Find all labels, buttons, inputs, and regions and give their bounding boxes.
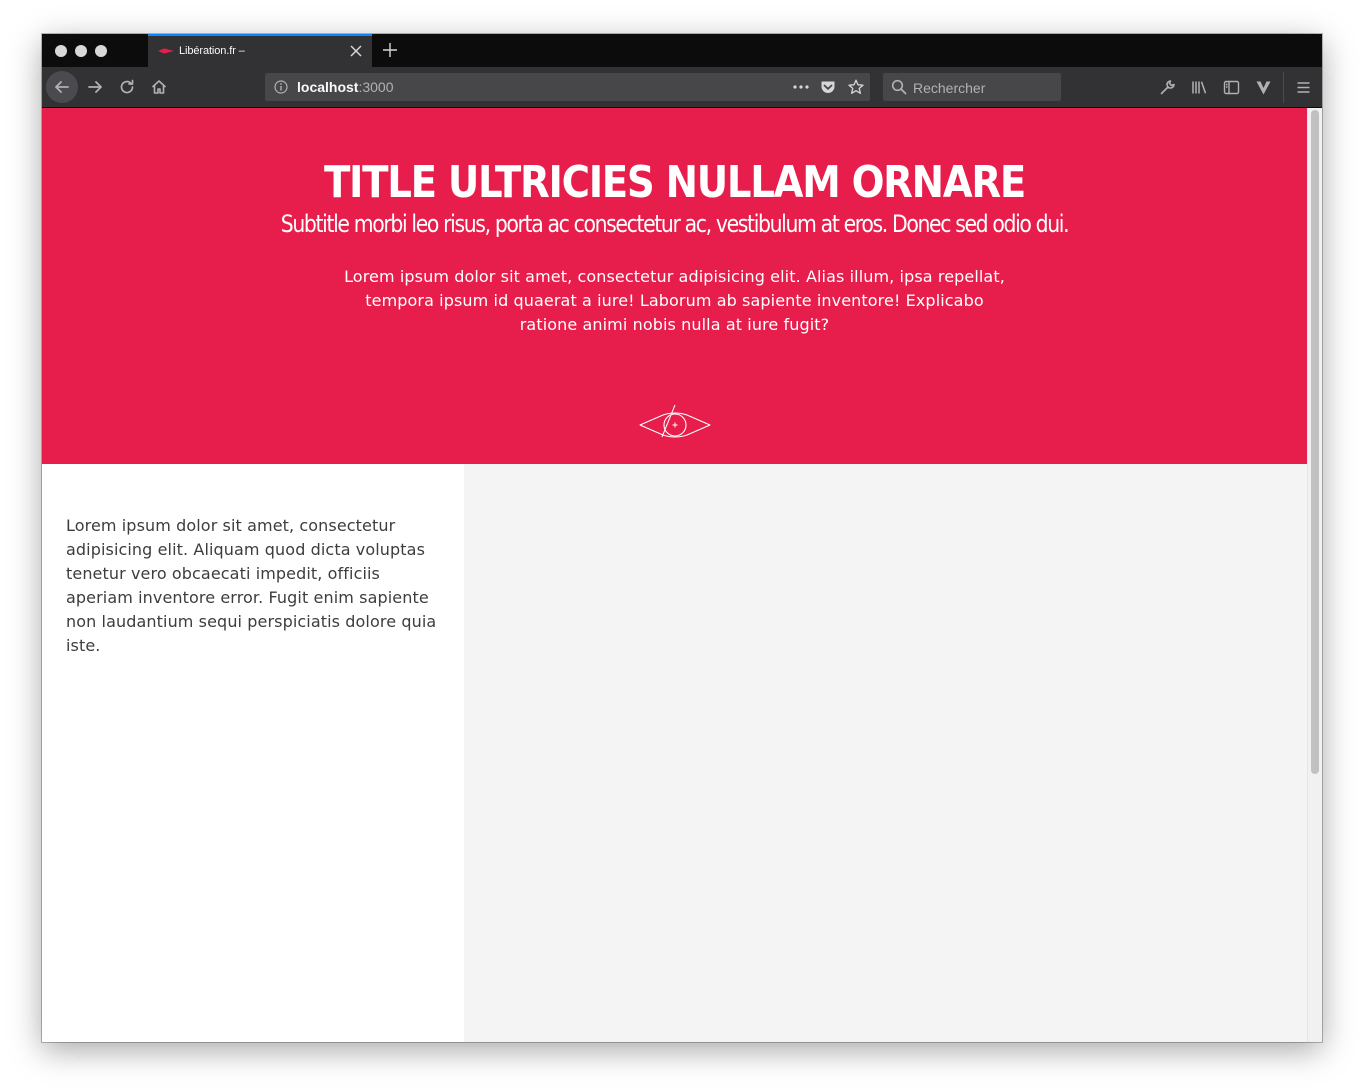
search-bar[interactable]: Rechercher <box>883 73 1061 101</box>
left-column-text: Lorem ipsum dolor sit amet, consectetur … <box>66 516 437 655</box>
toolbar-separator <box>1283 72 1284 103</box>
url-host: localhost <box>297 79 359 95</box>
sidebar-icon[interactable] <box>1223 79 1240 96</box>
info-icon[interactable] <box>274 80 288 94</box>
close-window-button[interactable] <box>55 45 67 57</box>
hero-subtitle: Subtitle morbi leo risus, porta ac conse… <box>280 210 1070 238</box>
right-column <box>464 464 1307 1042</box>
v-extension-icon[interactable] <box>1255 79 1272 96</box>
url-text: localhost:3000 <box>297 79 394 95</box>
url-port: :3000 <box>358 79 394 95</box>
back-arrow-icon <box>55 81 69 93</box>
tab-liberation[interactable]: Libération.fr – <box>148 34 372 67</box>
reload-icon <box>120 79 134 94</box>
navigation-toolbar: localhost:3000 Rechercher <box>42 67 1322 108</box>
forward-button[interactable] <box>79 71 111 103</box>
wrench-icon[interactable] <box>1159 79 1176 96</box>
tab-title: Libération.fr – <box>179 45 245 57</box>
more-dots-icon[interactable] <box>791 77 811 97</box>
minimize-window-button[interactable] <box>75 45 87 57</box>
browser-window: Libération.fr – localhost:3000 Recherche… <box>42 34 1322 1042</box>
home-button[interactable] <box>143 71 175 103</box>
pocket-icon[interactable] <box>820 79 836 95</box>
scrollbar-thumb[interactable] <box>1311 110 1319 774</box>
forward-arrow-icon <box>88 81 102 93</box>
tab-strip: Libération.fr – <box>42 34 1322 67</box>
star-icon[interactable] <box>848 79 864 95</box>
hero-description: Lorem ipsum dolor sit amet, consectetur … <box>344 267 1005 334</box>
url-bar[interactable]: localhost:3000 <box>265 73 870 101</box>
liberation-eye-logo-icon[interactable] <box>639 403 711 441</box>
new-tab-icon[interactable] <box>382 42 398 58</box>
reload-button[interactable] <box>111 71 143 103</box>
search-icon <box>891 79 907 95</box>
hamburger-menu-icon[interactable] <box>1295 79 1312 96</box>
hero-title: TITLE ULTRICIES NULLAM ORNARE <box>323 157 1026 208</box>
close-icon[interactable] <box>349 44 363 58</box>
search-placeholder: Rechercher <box>913 80 986 96</box>
home-icon <box>151 80 167 94</box>
vertical-scrollbar[interactable] <box>1307 108 1322 1042</box>
hero-banner: TITLE ULTRICIES NULLAM ORNARE Subtitle m… <box>42 108 1307 464</box>
library-icon[interactable] <box>1191 79 1208 96</box>
left-column: Lorem ipsum dolor sit amet, consectetur … <box>42 464 464 1042</box>
page-viewport: TITLE ULTRICIES NULLAM ORNARE Subtitle m… <box>42 108 1322 1042</box>
back-button[interactable] <box>46 71 78 103</box>
liberation-favicon-icon <box>158 48 174 54</box>
zoom-window-button[interactable] <box>95 45 107 57</box>
